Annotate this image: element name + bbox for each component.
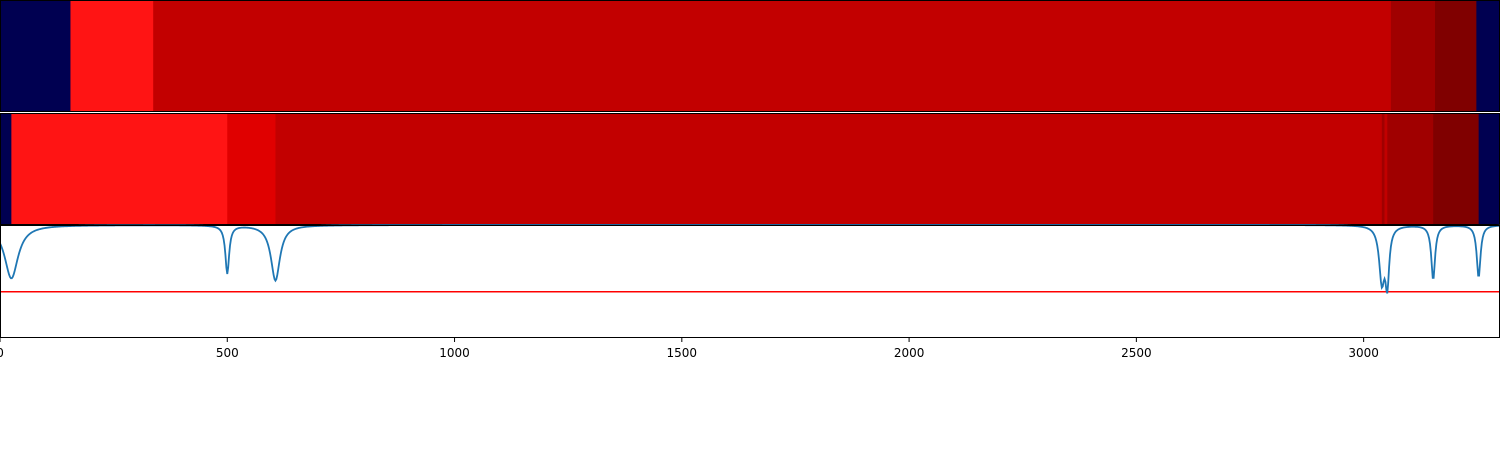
signal-panel	[0, 224, 1500, 338]
track-1-segment-6	[1476, 0, 1500, 112]
segment-track-1	[0, 0, 1500, 112]
track-2-segment-7	[1387, 113, 1434, 225]
track-2-segment-3	[227, 113, 276, 225]
x-tick-label-1000: 1000	[439, 346, 470, 360]
x-tick-label-1500: 1500	[667, 346, 698, 360]
track-2-segment-1	[0, 113, 12, 225]
signal-panel-background	[0, 225, 1500, 338]
track-1-segment-1	[0, 0, 71, 112]
track-2-segment-2	[11, 113, 228, 225]
track-1-segment-2	[70, 0, 154, 112]
track-2-segment-4	[275, 113, 1383, 225]
x-tick-label-3000: 3000	[1348, 346, 1379, 360]
x-tick-label-2500: 2500	[1121, 346, 1152, 360]
x-tick-label-2000: 2000	[894, 346, 925, 360]
figure: 0 500 1000 1500 2000 2500 3000	[0, 0, 1500, 450]
track-2-segment-9	[1478, 113, 1500, 225]
track-1-segment-5	[1435, 0, 1477, 112]
track-2-segment-8	[1433, 113, 1480, 225]
x-tick-label-500: 500	[216, 346, 239, 360]
segment-track-2	[0, 113, 1500, 225]
track-1-segment-4	[1390, 0, 1436, 112]
track-1-segment-3	[153, 0, 1392, 112]
x-tick-label-0: 0	[0, 346, 4, 360]
track-2-segment-6	[1384, 113, 1388, 225]
track-2-segment-5	[1381, 113, 1385, 225]
